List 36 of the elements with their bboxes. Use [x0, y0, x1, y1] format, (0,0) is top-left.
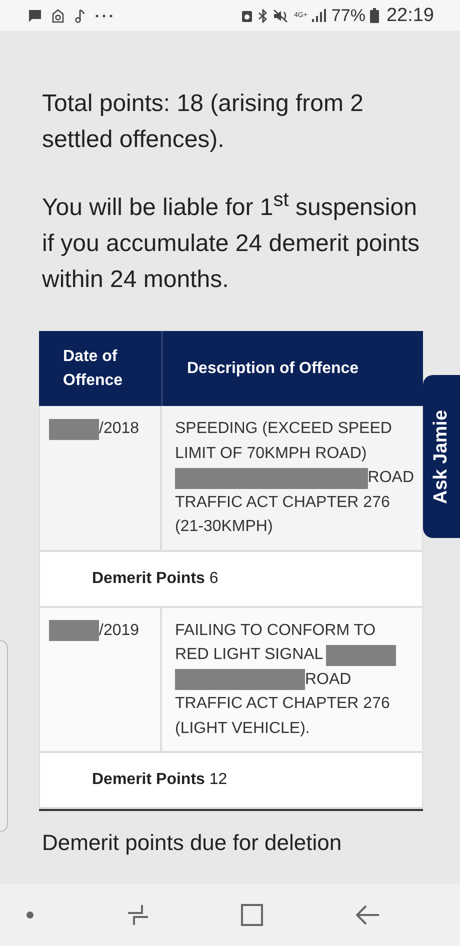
- column-header: Description of Offence: [186, 358, 359, 378]
- dot-icon[interactable]: [26, 911, 34, 919]
- music-note-icon: [74, 8, 86, 22]
- info-paragraph: Total points: 18 (arising from 2 settled offences).: [42, 89, 364, 155]
- recent-apps-icon[interactable]: [126, 903, 149, 927]
- info-paragraph: You will be liable for 1$^{st}$ suspension if you accumulate 24 demerit points within 24 months.: [42, 188, 421, 295]
- offence-date: /2018: [99, 419, 140, 439]
- redaction-bar: [326, 644, 396, 666]
- offence-description-line: FAILING TO CONFORM TO: [175, 620, 376, 640]
- offence-description-line: ROAD: [305, 670, 352, 690]
- back-icon[interactable]: [356, 904, 380, 926]
- ask-jamie-tab[interactable]: Ask Jamie: [423, 375, 460, 538]
- redaction-bar: [49, 620, 99, 642]
- redaction-bar: [49, 418, 99, 440]
- demerit-points: Demerit Points 12: [92, 771, 228, 789]
- battery-saver-icon: [240, 8, 253, 22]
- mute-icon: [272, 8, 289, 22]
- clock-time: 22:19: [386, 4, 434, 26]
- offence-date: /2019: [99, 620, 140, 640]
- offence-description-line: TRAFFIC ACT CHAPTER 276: [175, 694, 390, 714]
- battery-percent: 77%: [331, 6, 366, 26]
- message-icon: [28, 8, 42, 22]
- battery-icon: [370, 8, 380, 23]
- section-heading: Demerit points due for deletion: [42, 829, 343, 857]
- signal-icon: [312, 9, 326, 22]
- demerit-points: Demerit Points 6: [92, 570, 218, 588]
- offence-description-line: (21-30KMPH): [175, 517, 273, 537]
- offence-description-line: ROAD: [368, 468, 414, 488]
- more-icon: [95, 14, 113, 18]
- offence-description-line: TRAFFIC ACT CHAPTER 276: [175, 492, 390, 512]
- home-icon[interactable]: [241, 904, 264, 926]
- offence-description-line: (LIGHT VEHICLE).: [175, 718, 310, 738]
- offence-description-line: RED LIGHT SIGNAL: [175, 645, 324, 665]
- offence-description-line: SPEEDING (EXCEED SPEED: [175, 419, 392, 439]
- bluetooth-icon: [258, 8, 268, 22]
- offence-description-line: LIMIT OF 70KMPH ROAD): [175, 444, 367, 464]
